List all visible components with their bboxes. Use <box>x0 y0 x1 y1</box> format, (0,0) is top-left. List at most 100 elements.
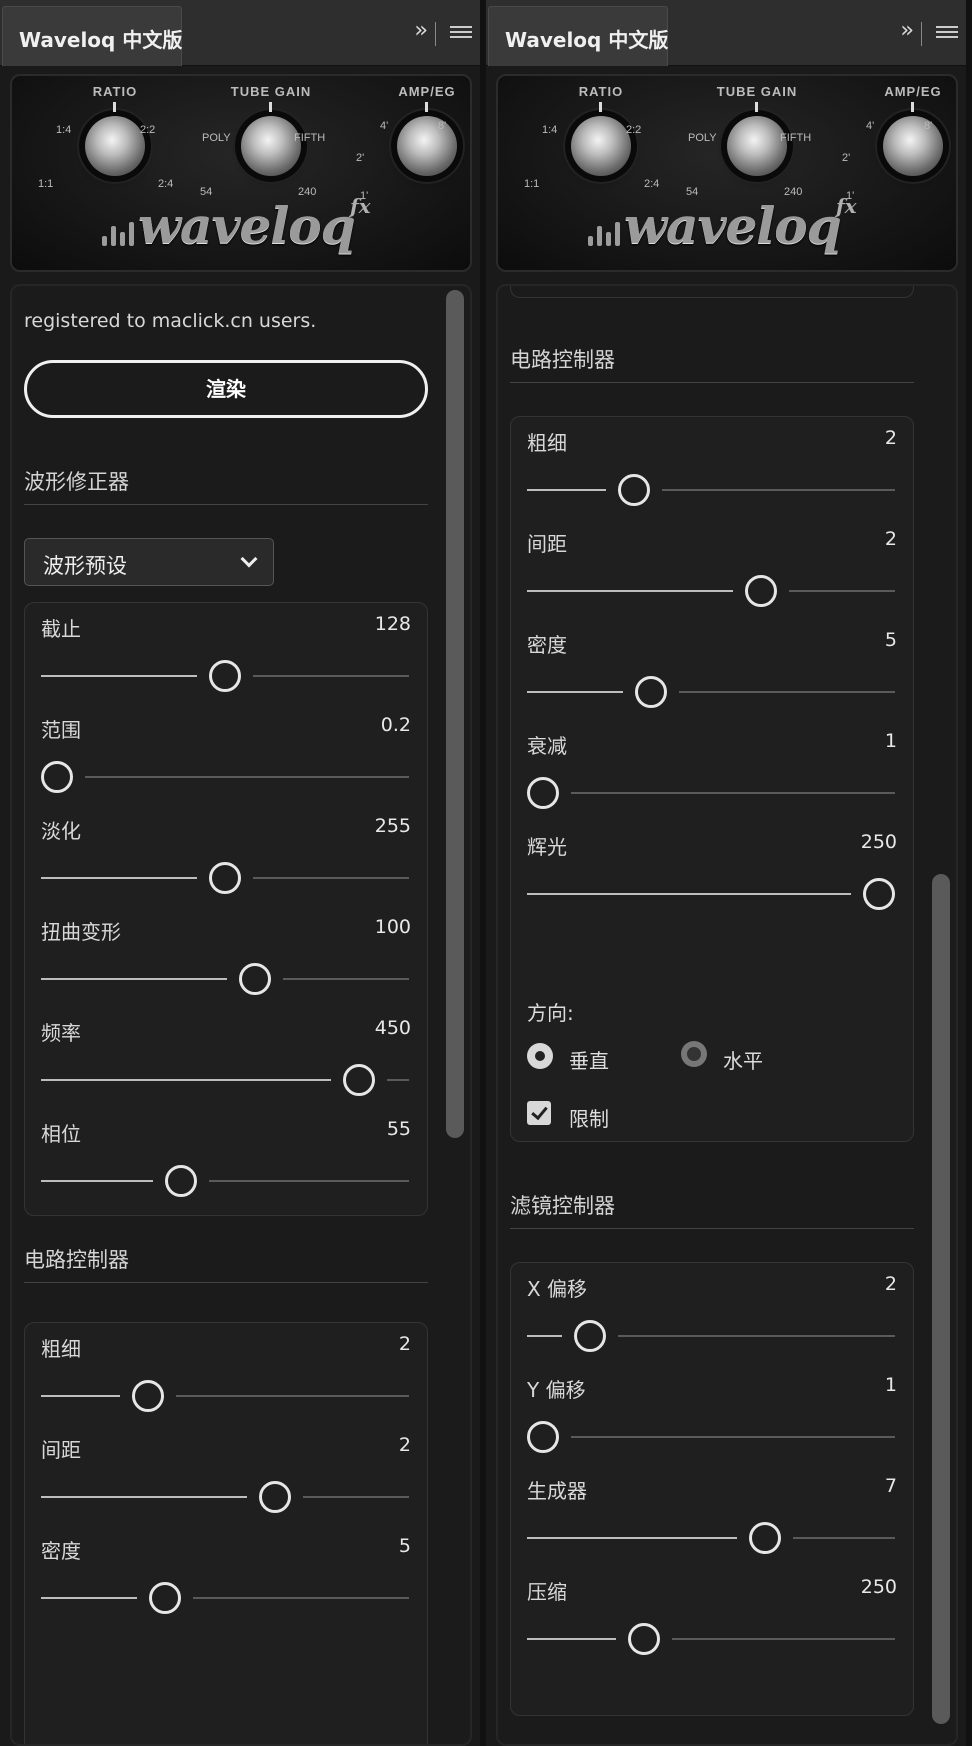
slider-row: 范围 0.2 <box>25 704 427 804</box>
slider-track[interactable] <box>527 474 895 506</box>
slider-track[interactable] <box>41 1064 409 1096</box>
slider-row: 淡化 255 <box>25 805 427 905</box>
radio-horizontal-label[interactable]: 水平 <box>723 1045 763 1074</box>
dropdown-selected-value: 波形预设 <box>43 554 127 578</box>
slider-thumb[interactable] <box>131 1380 164 1412</box>
panel-menu-icon[interactable] <box>936 26 958 40</box>
slider-track[interactable] <box>527 777 895 809</box>
slider-thumb[interactable] <box>748 1522 781 1554</box>
waveform-icon <box>102 220 142 246</box>
slider-value: 2 <box>398 1434 411 1456</box>
slider-thumb[interactable] <box>41 761 73 793</box>
knob-dial[interactable] <box>397 102 457 176</box>
slider-label: 粗细 <box>527 431 567 455</box>
slider-label: 截止 <box>41 617 81 641</box>
knob-dial[interactable] <box>241 102 301 176</box>
slider-thumb[interactable] <box>209 660 241 692</box>
expand-panel-icon[interactable]: ›› <box>414 18 427 43</box>
slider-track[interactable] <box>41 761 409 793</box>
scrollbar-thumb[interactable] <box>446 290 464 1138</box>
previous-group-edge <box>510 286 914 298</box>
panel-tab[interactable]: Waveloq 中文版 <box>488 6 668 66</box>
slider-track[interactable] <box>527 1623 895 1655</box>
slider-rest <box>571 792 895 794</box>
section-title-circuit: 电路控制器 <box>510 348 615 372</box>
slider-label: 淡化 <box>41 819 81 843</box>
logo-text: waveloq <box>624 196 842 255</box>
panel-tab[interactable]: Waveloq 中文版 <box>2 6 182 66</box>
slider-track[interactable] <box>527 1522 895 1554</box>
radio-horizontal[interactable] <box>681 1041 707 1067</box>
slider-row: X 偏移 2 <box>511 1263 913 1363</box>
knob-tick-label: 2:4 <box>644 178 660 190</box>
slider-track[interactable] <box>41 660 409 692</box>
slider-row: 密度 5 <box>25 1525 427 1625</box>
slider-track[interactable] <box>41 1380 409 1412</box>
slider-thumb[interactable] <box>745 575 778 607</box>
slider-fill <box>527 1335 563 1337</box>
radio-vertical-label[interactable]: 垂直 <box>569 1045 609 1074</box>
knob-dial[interactable] <box>727 102 787 176</box>
slider-track[interactable] <box>41 1582 409 1614</box>
slider-label: 密度 <box>41 1539 81 1563</box>
slider-value: 250 <box>860 1576 897 1598</box>
knob-dial[interactable] <box>571 102 631 176</box>
slider-fill <box>41 1180 154 1182</box>
panel-tab-bar: Waveloq 中文版 ›› <box>0 0 480 66</box>
slider-fill <box>41 978 228 980</box>
slider-value: 2 <box>884 1273 897 1295</box>
slider-thumb[interactable] <box>209 862 241 894</box>
section-divider <box>510 382 914 383</box>
slider-track[interactable] <box>41 963 409 995</box>
panel-menu-icon[interactable] <box>450 26 472 40</box>
slider-thumb[interactable] <box>259 1481 292 1513</box>
slider-track[interactable] <box>527 676 895 708</box>
slider-label: 频率 <box>41 1021 81 1045</box>
radio-vertical[interactable] <box>527 1043 553 1069</box>
slider-track[interactable] <box>527 1320 895 1352</box>
slider-thumb[interactable] <box>863 878 895 910</box>
slider-value: 5 <box>398 1535 411 1557</box>
knob-dial[interactable] <box>883 102 943 176</box>
slider-thumb[interactable] <box>634 676 667 708</box>
slider-thumb[interactable] <box>148 1582 181 1614</box>
slider-value: 100 <box>374 916 411 938</box>
slider-track[interactable] <box>41 862 409 894</box>
panel-tab-title: Waveloq 中文版 <box>19 28 183 52</box>
knob-tick-label: FIFTH <box>294 132 326 144</box>
slider-thumb[interactable] <box>343 1064 376 1096</box>
slider-thumb[interactable] <box>165 1165 198 1197</box>
chevron-down-icon <box>240 550 258 568</box>
scrollbar-thumb[interactable] <box>932 874 950 1724</box>
section-divider <box>24 504 428 505</box>
slider-track[interactable] <box>41 1165 409 1197</box>
slider-value: 0.2 <box>380 714 411 736</box>
slider-fill <box>41 877 197 879</box>
slider-rest <box>192 1597 409 1599</box>
slider-thumb[interactable] <box>627 1623 660 1655</box>
slider-row: 间距 2 <box>25 1424 427 1524</box>
slider-track[interactable] <box>527 575 895 607</box>
limit-checkbox[interactable] <box>527 1101 551 1125</box>
slider-thumb[interactable] <box>239 963 272 995</box>
direction-label: 方向: <box>527 1001 574 1025</box>
slider-thumb[interactable] <box>527 1421 559 1453</box>
waveloq-logo: waveloq fx <box>82 194 382 264</box>
slider-track[interactable] <box>527 878 895 910</box>
knob-label: TUBE GAIN <box>716 84 798 99</box>
knob-label: TUBE GAIN <box>230 84 312 99</box>
toolbar-divider <box>435 22 436 46</box>
limit-checkbox-label[interactable]: 限制 <box>569 1103 609 1132</box>
slider-track[interactable] <box>41 1481 409 1513</box>
knob-tick-label: 8' <box>438 120 447 132</box>
slider-thumb[interactable] <box>527 777 559 809</box>
expand-panel-icon[interactable]: ›› <box>900 18 913 43</box>
slider-thumb[interactable] <box>574 1320 607 1352</box>
knob-label: AMP/EG <box>398 84 456 99</box>
wave-preset-dropdown[interactable]: 波形预设 <box>24 538 274 586</box>
knob-dial[interactable] <box>85 102 145 176</box>
render-button[interactable]: 渲染 <box>24 360 428 418</box>
toolbar-divider <box>921 22 922 46</box>
slider-track[interactable] <box>527 1421 895 1453</box>
slider-thumb[interactable] <box>617 474 650 506</box>
